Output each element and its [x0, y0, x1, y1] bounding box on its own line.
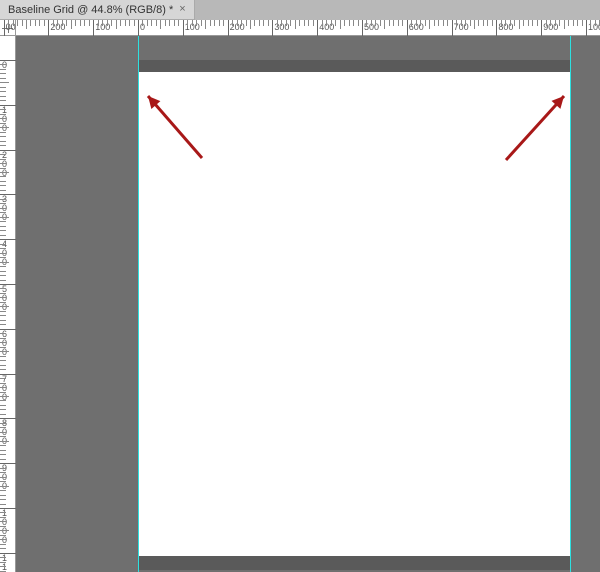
close-tab-icon[interactable]: × — [179, 4, 185, 15]
artboard[interactable] — [138, 72, 570, 556]
guide-vertical-left[interactable] — [138, 36, 139, 572]
pasteboard-top — [138, 60, 570, 72]
pasteboard-bottom — [138, 556, 570, 570]
horizontal-ruler[interactable]: 0020010001002003004005006007008009001000 — [16, 20, 600, 36]
document-tab-title: Baseline Grid @ 44.8% (RGB/8) * — [8, 4, 173, 16]
canvas-viewport[interactable] — [16, 36, 600, 572]
vertical-ruler[interactable]: 010020030040050060070080090010001100 — [0, 36, 16, 572]
document-tab-bar: Baseline Grid @ 44.8% (RGB/8) * × — [0, 0, 600, 20]
guide-vertical-right[interactable] — [570, 36, 571, 572]
document-tab[interactable]: Baseline Grid @ 44.8% (RGB/8) * × — [0, 0, 195, 20]
